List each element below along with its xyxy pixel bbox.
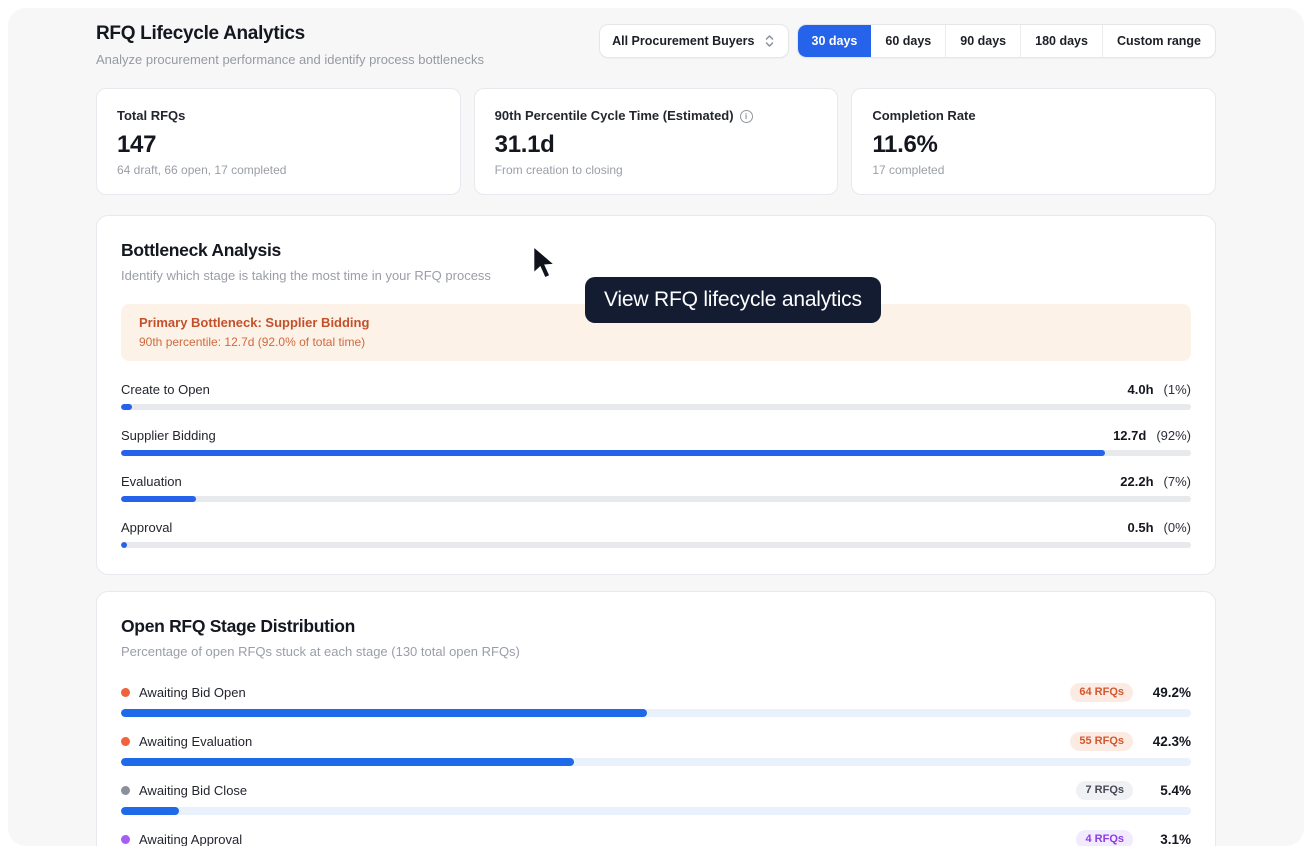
status-dot	[121, 737, 130, 746]
rfq-count-badge: 64 RFQs	[1070, 683, 1133, 702]
metric-label: Completion Rate	[872, 108, 1195, 124]
distribution-bar-track	[121, 807, 1191, 815]
metric-value: 11.6%	[872, 131, 1195, 159]
rfq-count-badge: 7 RFQs	[1076, 781, 1133, 800]
stage-percent: (7%)	[1164, 474, 1191, 489]
distribution-percent: 49.2%	[1145, 685, 1191, 700]
info-icon[interactable]: i	[740, 110, 753, 123]
stage-label: Approval	[121, 520, 172, 535]
stage-bar-track	[121, 450, 1191, 456]
stage-label: Supplier Bidding	[121, 428, 216, 443]
bottleneck-title: Bottleneck Analysis	[121, 239, 1191, 262]
stage-bar-fill	[121, 496, 196, 502]
distribution-bar-track	[121, 709, 1191, 717]
stage-bar-track	[121, 404, 1191, 410]
metric-note: 64 draft, 66 open, 17 completed	[117, 163, 440, 178]
range-button-180-days[interactable]: 180 days	[1020, 25, 1102, 57]
stage-bars-list: Create to Open 4.0h (1%) Supplier Bidding…	[121, 381, 1191, 548]
distribution-bar-fill	[121, 709, 647, 717]
distribution-bar-fill	[121, 807, 179, 815]
metric-note: 17 completed	[872, 163, 1195, 178]
stage-bar-fill	[121, 542, 127, 548]
distribution-label: Awaiting Evaluation	[139, 734, 1070, 749]
stage-bar-fill	[121, 450, 1105, 456]
metric-label: 90th Percentile Cycle Time (Estimated) i	[495, 108, 818, 124]
chevron-up-down-icon	[763, 33, 776, 49]
metric-note: From creation to closing	[495, 163, 818, 178]
header-controls: All Procurement Buyers 30 days 60 days 9…	[599, 24, 1216, 58]
stage-row-evaluation: Evaluation 22.2h (7%)	[121, 473, 1191, 502]
stage-percent: (92%)	[1156, 428, 1191, 443]
distribution-row-awaiting-approval: Awaiting Approval 4 RFQs 3.1%	[121, 829, 1191, 846]
distribution-row-awaiting-bid-close: Awaiting Bid Close 7 RFQs 5.4%	[121, 780, 1191, 815]
rfq-count-badge: 4 RFQs	[1076, 830, 1133, 847]
metric-label-text: 90th Percentile Cycle Time (Estimated)	[495, 108, 734, 124]
metric-value: 147	[117, 131, 440, 159]
distribution-bar-track	[121, 758, 1191, 766]
dashboard-surface: RFQ Lifecycle Analytics Analyze procurem…	[8, 8, 1304, 846]
page-heading-block: RFQ Lifecycle Analytics Analyze procurem…	[96, 22, 484, 68]
distribution-row-awaiting-bid-open: Awaiting Bid Open 64 RFQs 49.2%	[121, 682, 1191, 717]
stage-percent: (1%)	[1164, 382, 1191, 397]
distribution-label: Awaiting Bid Close	[139, 783, 1076, 798]
rfq-count-badge: 55 RFQs	[1070, 732, 1133, 751]
date-range-segmented-control: 30 days 60 days 90 days 180 days Custom …	[797, 24, 1217, 58]
stage-row-approval: Approval 0.5h (0%)	[121, 519, 1191, 548]
metric-label: Total RFQs	[117, 108, 440, 124]
stage-bar-track	[121, 496, 1191, 502]
page-subtitle: Analyze procurement performance and iden…	[96, 51, 484, 68]
stage-bar-track	[121, 542, 1191, 548]
stage-value: 22.2h	[1120, 474, 1153, 489]
distribution-bar-fill	[121, 758, 574, 766]
stage-value: 0.5h	[1128, 520, 1154, 535]
stage-distribution-panel: Open RFQ Stage Distribution Percentage o…	[96, 591, 1216, 846]
distribution-percent: 42.3%	[1145, 734, 1191, 749]
status-dot	[121, 835, 130, 844]
stage-value: 12.7d	[1113, 428, 1146, 443]
range-button-30-days[interactable]: 30 days	[798, 25, 872, 57]
stage-percent: (0%)	[1164, 520, 1191, 535]
metric-value: 31.1d	[495, 131, 818, 159]
page-title: RFQ Lifecycle Analytics	[96, 22, 484, 46]
distribution-subtitle: Percentage of open RFQs stuck at each st…	[121, 643, 1191, 660]
distribution-label: Awaiting Bid Open	[139, 685, 1070, 700]
range-button-90-days[interactable]: 90 days	[945, 25, 1020, 57]
stage-bar-fill	[121, 404, 132, 410]
metric-cards-row: Total RFQs 147 64 draft, 66 open, 17 com…	[96, 88, 1216, 195]
distribution-row-awaiting-evaluation: Awaiting Evaluation 55 RFQs 42.3%	[121, 731, 1191, 766]
stage-label: Create to Open	[121, 382, 210, 397]
range-button-60-days[interactable]: 60 days	[871, 25, 945, 57]
distribution-title: Open RFQ Stage Distribution	[121, 615, 1191, 638]
stage-row-create-to-open: Create to Open 4.0h (1%)	[121, 381, 1191, 410]
stage-value: 4.0h	[1128, 382, 1154, 397]
distribution-label: Awaiting Approval	[139, 832, 1076, 847]
alert-detail: 90th percentile: 12.7d (92.0% of total t…	[139, 335, 1173, 350]
tooltip-text: View RFQ lifecycle analytics	[604, 288, 862, 312]
stage-label: Evaluation	[121, 474, 182, 489]
bottleneck-analysis-panel: Bottleneck Analysis Identify which stage…	[96, 215, 1216, 575]
status-dot	[121, 786, 130, 795]
metric-card-cycle-time: 90th Percentile Cycle Time (Estimated) i…	[474, 88, 839, 195]
metric-card-completion-rate: Completion Rate 11.6% 17 completed	[851, 88, 1216, 195]
stage-row-supplier-bidding: Supplier Bidding 12.7d (92%)	[121, 427, 1191, 456]
action-tooltip: View RFQ lifecycle analytics	[585, 277, 881, 323]
metric-card-total-rfqs: Total RFQs 147 64 draft, 66 open, 17 com…	[96, 88, 461, 195]
distribution-percent: 5.4%	[1145, 783, 1191, 798]
distribution-percent: 3.1%	[1145, 832, 1191, 847]
status-dot	[121, 688, 130, 697]
range-button-custom[interactable]: Custom range	[1102, 25, 1215, 57]
page-header: RFQ Lifecycle Analytics Analyze procurem…	[96, 22, 1216, 68]
buyer-filter-dropdown[interactable]: All Procurement Buyers	[599, 24, 788, 58]
buyer-filter-value: All Procurement Buyers	[612, 34, 754, 48]
distribution-rows: Awaiting Bid Open 64 RFQs 49.2% Awaiting…	[121, 682, 1191, 846]
